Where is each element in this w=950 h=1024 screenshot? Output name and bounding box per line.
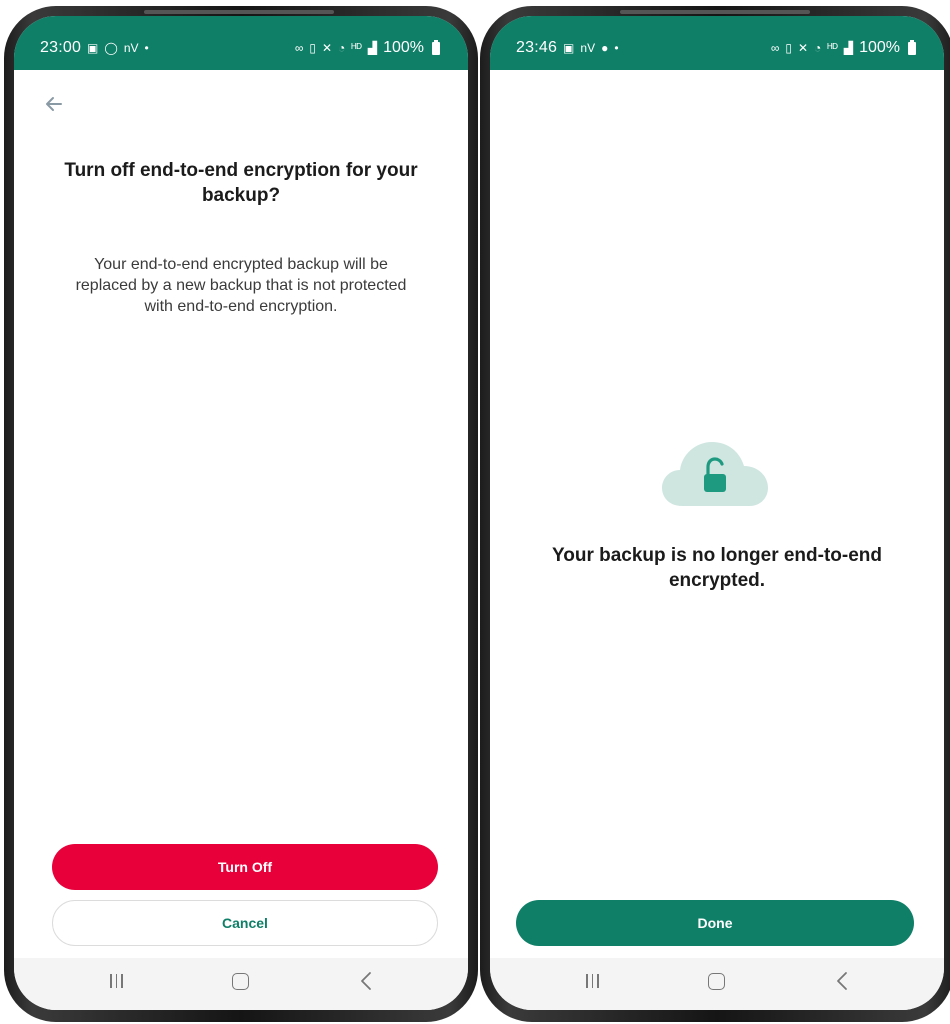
mute-icon: ✕ xyxy=(797,41,809,55)
status-bar: 23:00 ▣ ◯ nV • ∞ ▯ ✕ ◔ ᴴᴰ ▟ 100% xyxy=(14,16,468,70)
status-time: 23:00 xyxy=(40,39,82,56)
wifi-icon: ◔ xyxy=(814,41,822,55)
status-time: 23:46 xyxy=(516,39,558,56)
dialog-body: Your end-to-end encrypted backup will be… xyxy=(75,256,407,315)
back-icon[interactable] xyxy=(346,966,386,996)
screen-confirm-turn-off: 23:00 ▣ ◯ nV • ∞ ▯ ✕ ◔ ᴴᴰ ▟ 100% Turn of… xyxy=(14,16,468,1010)
cancel-button[interactable]: Cancel xyxy=(52,900,438,946)
cloud-unlocked-icon xyxy=(660,436,770,512)
battery-icon xyxy=(432,39,440,55)
done-button[interactable]: Done xyxy=(516,900,914,946)
navigation-bar xyxy=(14,958,468,1010)
recents-icon[interactable] xyxy=(572,966,612,996)
link-icon: ∞ xyxy=(770,41,780,55)
vibrate-icon: ▯ xyxy=(309,41,316,55)
wifi-icon: ◔ xyxy=(338,41,346,55)
battery-level: 100% xyxy=(859,39,900,56)
whatsapp-icon: ◯ xyxy=(104,41,118,55)
phone-left: 23:00 ▣ ◯ nV • ∞ ▯ ✕ ◔ ᴴᴰ ▟ 100% Turn of… xyxy=(4,6,478,1022)
gallery-icon: ▣ xyxy=(87,41,99,55)
status-message: Your backup is no longer end-to-end encr… xyxy=(551,545,883,591)
signal-icon: ▟ xyxy=(367,41,378,55)
nv-icon: nV xyxy=(123,41,139,55)
link-icon: ∞ xyxy=(294,41,304,55)
status-bar: 23:46 ▣ nV ● • ∞ ▯ ✕ ◔ ᴴᴰ ▟ 100% xyxy=(490,16,944,70)
vibrate-icon: ▯ xyxy=(785,41,792,55)
dot-icon: • xyxy=(614,41,619,55)
message-icon: ● xyxy=(601,41,609,55)
navigation-bar xyxy=(490,958,944,1010)
home-icon[interactable] xyxy=(221,966,261,996)
volte-icon: ᴴᴰ xyxy=(351,41,362,55)
home-icon[interactable] xyxy=(697,966,737,996)
dot-icon: • xyxy=(144,41,149,55)
comparison-stage: 23:00 ▣ ◯ nV • ∞ ▯ ✕ ◔ ᴴᴰ ▟ 100% Turn of… xyxy=(0,0,950,1024)
arrow-left-icon[interactable] xyxy=(40,90,68,118)
dialog-title: Turn off end-to-end encryption for your … xyxy=(64,160,418,206)
turn-off-button[interactable]: Turn Off xyxy=(52,844,438,890)
screen-backup-unencrypted: 23:46 ▣ nV ● • ∞ ▯ ✕ ◔ ᴴᴰ ▟ 100% Your ba… xyxy=(490,16,944,1010)
signal-icon: ▟ xyxy=(843,41,854,55)
phone-right: 23:46 ▣ nV ● • ∞ ▯ ✕ ◔ ᴴᴰ ▟ 100% Your ba… xyxy=(480,6,950,1022)
battery-icon xyxy=(908,39,916,55)
mute-icon: ✕ xyxy=(321,41,333,55)
back-icon[interactable] xyxy=(822,966,862,996)
battery-level: 100% xyxy=(383,39,424,56)
gallery-icon: ▣ xyxy=(563,41,575,55)
recents-icon[interactable] xyxy=(96,966,136,996)
nv-icon: nV xyxy=(580,41,596,55)
volte-icon: ᴴᴰ xyxy=(827,41,838,55)
